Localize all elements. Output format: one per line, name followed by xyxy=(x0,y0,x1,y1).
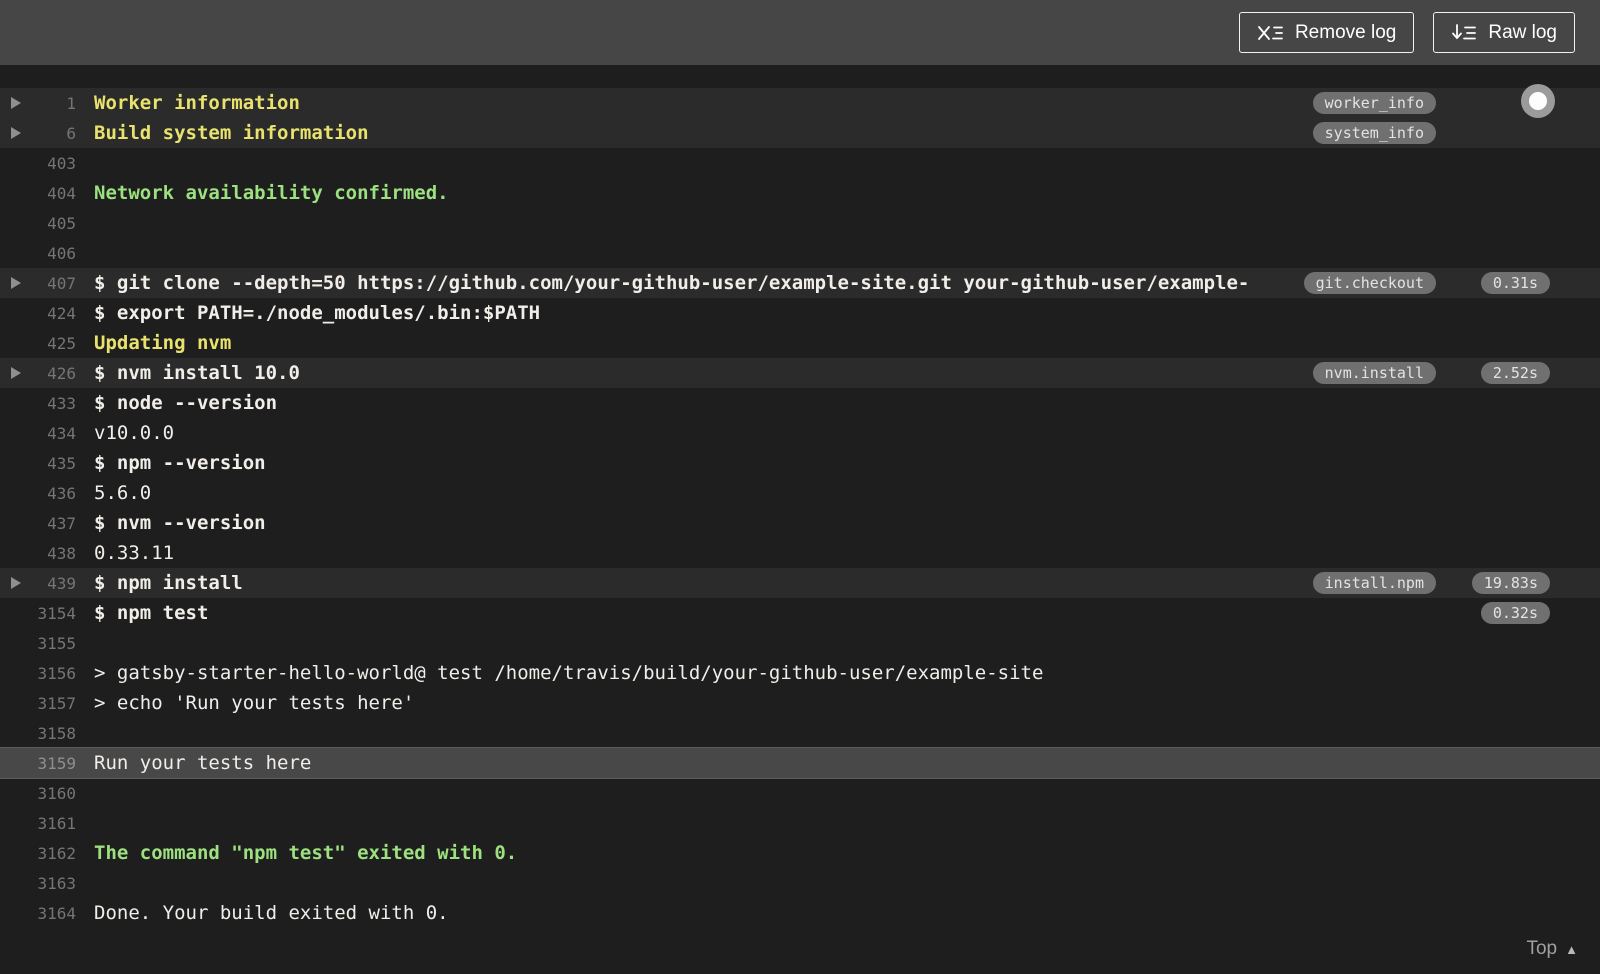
log-line: 435 $ npm --version xyxy=(0,448,1600,478)
log-line: 437 $ nvm --version xyxy=(0,508,1600,538)
line-number[interactable]: 3159 xyxy=(0,754,76,773)
line-number[interactable]: 3158 xyxy=(0,724,76,743)
line-text: $ npm install xyxy=(94,572,243,594)
line-text: $ nvm --version xyxy=(94,512,266,534)
line-text: $ npm test xyxy=(94,602,209,624)
log-line: 426 $ nvm install 10.0 nvm.install 2.52s xyxy=(0,358,1600,388)
log-line: 425 Updating nvm xyxy=(0,328,1600,358)
line-text: $ git clone --depth=50 https://github.co… xyxy=(94,272,1250,294)
line-text: Build system information xyxy=(94,122,369,144)
log-line: 3162 The command "npm test" exited with … xyxy=(0,838,1600,868)
build-log: 1 Worker information worker_info 6 Build… xyxy=(0,65,1600,974)
line-number[interactable]: 3157 xyxy=(0,694,76,713)
log-line: 3160 xyxy=(0,778,1600,808)
log-line: 436 5.6.0 xyxy=(0,478,1600,508)
fold-name-badge: worker_info xyxy=(1312,92,1436,114)
log-line: 3161 xyxy=(0,808,1600,838)
scroll-indicator-dot xyxy=(1529,92,1547,110)
log-line: 3163 xyxy=(0,868,1600,898)
fold-name-badge: git.checkout xyxy=(1303,272,1436,294)
line-text: $ export PATH=./node_modules/.bin:$PATH xyxy=(94,302,541,324)
line-number[interactable]: 437 xyxy=(0,514,76,533)
line-text: $ npm --version xyxy=(94,452,266,474)
remove-log-icon xyxy=(1258,25,1283,40)
line-number[interactable]: 3164 xyxy=(0,904,76,923)
raw-log-icon xyxy=(1452,23,1477,39)
line-number[interactable]: 436 xyxy=(0,484,76,503)
log-line: 3158 xyxy=(0,718,1600,748)
log-toolbar: Remove log Raw log xyxy=(0,0,1600,65)
log-line: 406 xyxy=(0,238,1600,268)
log-lines: 1 Worker information worker_info 6 Build… xyxy=(0,88,1600,928)
fold-name-badge: install.npm xyxy=(1312,572,1436,594)
fold-toggle-icon[interactable] xyxy=(11,97,21,109)
fold-toggle-icon[interactable] xyxy=(11,577,21,589)
line-number[interactable]: 435 xyxy=(0,454,76,473)
line-text: 5.6.0 xyxy=(94,482,152,504)
remove-log-button[interactable]: Remove log xyxy=(1238,12,1415,53)
log-line: 403 xyxy=(0,148,1600,178)
remove-log-label: Remove log xyxy=(1294,21,1397,43)
log-line: 404 Network availability confirmed. xyxy=(0,178,1600,208)
line-number[interactable]: 434 xyxy=(0,424,76,443)
line-text: Done. Your build exited with 0. xyxy=(94,902,449,924)
line-number[interactable]: 425 xyxy=(0,334,76,353)
scroll-to-top-link[interactable]: Top ▲ xyxy=(1526,938,1578,960)
fold-toggle-icon[interactable] xyxy=(11,127,21,139)
line-text: 0.33.11 xyxy=(94,542,175,564)
line-number[interactable]: 3154 xyxy=(0,604,76,623)
line-number[interactable]: 403 xyxy=(0,154,76,173)
line-text: $ node --version xyxy=(94,392,278,414)
scroll-indicator[interactable] xyxy=(1521,84,1555,118)
log-line: 1 Worker information worker_info xyxy=(0,88,1600,118)
line-number[interactable]: 3163 xyxy=(0,874,76,893)
line-text: Worker information xyxy=(94,92,300,114)
log-line: 405 xyxy=(0,208,1600,238)
line-text: $ nvm install 10.0 xyxy=(94,362,300,384)
log-line: 3156 > gatsby-starter-hello-world@ test … xyxy=(0,658,1600,688)
line-number[interactable]: 3160 xyxy=(0,784,76,803)
caret-up-icon: ▲ xyxy=(1565,941,1578,957)
fold-name-badge: nvm.install xyxy=(1312,362,1436,384)
line-number[interactable]: 3162 xyxy=(0,844,76,863)
line-number[interactable]: 404 xyxy=(0,184,76,203)
line-number[interactable]: 406 xyxy=(0,244,76,263)
duration-badge: 0.31s xyxy=(1480,272,1550,294)
line-text: The command "npm test" exited with 0. xyxy=(94,842,518,864)
line-text: Updating nvm xyxy=(94,332,232,354)
duration-badge: 2.52s xyxy=(1480,362,1550,384)
raw-log-label: Raw log xyxy=(1488,21,1557,43)
fold-toggle-icon[interactable] xyxy=(11,367,21,379)
log-line: 3154 $ npm test 0.32s xyxy=(0,598,1600,628)
log-line: 407 $ git clone --depth=50 https://githu… xyxy=(0,268,1600,298)
duration-badge: 0.32s xyxy=(1480,602,1550,624)
log-line: 3157 > echo 'Run your tests here' xyxy=(0,688,1600,718)
line-number[interactable]: 438 xyxy=(0,544,76,563)
line-number[interactable]: 405 xyxy=(0,214,76,233)
line-text: v10.0.0 xyxy=(94,422,175,444)
log-line: 438 0.33.11 xyxy=(0,538,1600,568)
log-line: 424 $ export PATH=./node_modules/.bin:$P… xyxy=(0,298,1600,328)
log-line: 3159 Run your tests here xyxy=(0,748,1600,778)
log-line: 3155 xyxy=(0,628,1600,658)
line-text: > echo 'Run your tests here' xyxy=(94,692,415,714)
log-line: 433 $ node --version xyxy=(0,388,1600,418)
line-text: > gatsby-starter-hello-world@ test /home… xyxy=(94,662,1044,684)
line-text: Run your tests here xyxy=(94,752,312,774)
raw-log-button[interactable]: Raw log xyxy=(1433,12,1575,53)
log-line: 439 $ npm install install.npm 19.83s xyxy=(0,568,1600,598)
line-text: Network availability confirmed. xyxy=(94,182,449,204)
fold-toggle-icon[interactable] xyxy=(11,277,21,289)
line-number[interactable]: 3156 xyxy=(0,664,76,683)
log-line: 3164 Done. Your build exited with 0. xyxy=(0,898,1600,928)
fold-name-badge: system_info xyxy=(1312,122,1436,144)
line-number[interactable]: 424 xyxy=(0,304,76,323)
line-number[interactable]: 3155 xyxy=(0,634,76,653)
line-number[interactable]: 433 xyxy=(0,394,76,413)
log-line: 6 Build system information system_info xyxy=(0,118,1600,148)
line-number[interactable]: 3161 xyxy=(0,814,76,833)
log-line: 434 v10.0.0 xyxy=(0,418,1600,448)
top-link-label: Top xyxy=(1526,938,1558,959)
duration-badge: 19.83s xyxy=(1471,572,1550,594)
